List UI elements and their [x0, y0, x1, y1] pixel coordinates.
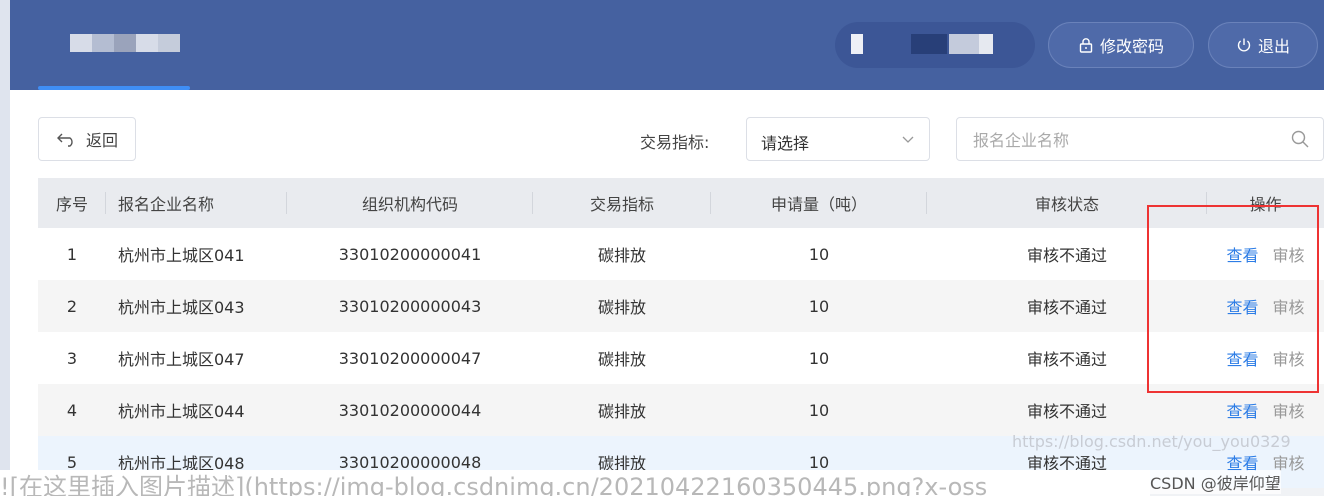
- left-sidebar-edge: [0, 0, 10, 496]
- col-header-amount: 申请量（吨）: [711, 178, 927, 228]
- csdn-watermark: CSDN @彼岸仰望: [1150, 470, 1281, 494]
- cell-amount: 10: [808, 348, 830, 368]
- cell-org-code: 33010200000047: [338, 348, 482, 368]
- logo-blurred: [70, 34, 180, 52]
- logout-label: 退出: [1257, 37, 1290, 56]
- cell-company: 杭州市上城区044: [118, 402, 245, 421]
- cell-no: 3: [66, 348, 78, 368]
- cell-no: 4: [66, 400, 78, 420]
- cell-company: 杭州市上城区043: [118, 298, 245, 317]
- cell-company: 杭州市上城区041: [118, 246, 245, 265]
- cell-indicator: 碳排放: [597, 246, 646, 265]
- col-header-no: 序号: [38, 178, 106, 228]
- cell-org-code: 33010200000041: [338, 244, 482, 264]
- top-header: 修改密码 退出: [0, 0, 1324, 90]
- table-header-row: 序号 报名企业名称 组织机构代码 交易指标 申请量（吨） 审核状态 操作: [38, 178, 1324, 228]
- back-arrow-icon: [56, 133, 73, 147]
- col-header-company: 报名企业名称: [106, 178, 287, 228]
- company-search-input[interactable]: [971, 128, 1275, 152]
- chevron-down-icon: [902, 136, 914, 143]
- table-row: 3 杭州市上城区047 33010200000047 碳排放 10 审核不通过 …: [38, 332, 1324, 384]
- back-label: 返回: [85, 131, 118, 150]
- search-icon[interactable]: [1291, 130, 1309, 148]
- cell-indicator: 碳排放: [597, 402, 646, 421]
- table-row: 4 杭州市上城区044 33010200000044 碳排放 10 审核不通过 …: [38, 384, 1324, 436]
- cell-no: 2: [66, 296, 78, 316]
- cell-no: 1: [66, 244, 78, 264]
- image-caption-overlay: ![在这里插入图片描述](https://img-blog.csdnimg.cn…: [0, 470, 1150, 496]
- cell-amount: 10: [808, 244, 830, 264]
- col-header-indicator: 交易指标: [533, 178, 711, 228]
- col-header-org-code: 组织机构代码: [287, 178, 533, 228]
- logout-button[interactable]: 退出: [1208, 22, 1318, 68]
- change-password-label: 修改密码: [1099, 37, 1164, 56]
- cell-amount: 10: [808, 296, 830, 316]
- user-info-blurred[interactable]: [835, 22, 1035, 68]
- cell-company: 杭州市上城区047: [118, 350, 245, 369]
- company-search-box[interactable]: [956, 117, 1324, 161]
- indicator-filter-label: 交易指标:: [640, 133, 710, 152]
- cell-indicator: 碳排放: [597, 298, 646, 317]
- cell-org-code: 33010200000044: [338, 400, 482, 420]
- cell-indicator: 碳排放: [597, 350, 646, 369]
- back-button[interactable]: 返回: [38, 117, 136, 161]
- indicator-select-value: 请选择: [761, 134, 810, 153]
- indicator-select[interactable]: 请选择: [746, 117, 930, 161]
- table-row: 1 杭州市上城区041 33010200000041 碳排放 10 审核不通过 …: [38, 228, 1324, 280]
- cell-org-code: 33010200000043: [338, 296, 482, 316]
- audit-link[interactable]: 审核: [1273, 402, 1305, 421]
- cell-amount: 10: [808, 400, 830, 420]
- blog-url-watermark: https://blog.csdn.net/you_you0329: [1012, 432, 1291, 451]
- view-link[interactable]: 查看: [1226, 402, 1258, 421]
- change-password-button[interactable]: 修改密码: [1048, 22, 1194, 68]
- annotation-highlight-box: [1147, 205, 1319, 393]
- table-row: 2 杭州市上城区043 33010200000043 碳排放 10 审核不通过 …: [38, 280, 1324, 332]
- lock-icon: [1079, 38, 1093, 53]
- power-icon: [1237, 38, 1251, 52]
